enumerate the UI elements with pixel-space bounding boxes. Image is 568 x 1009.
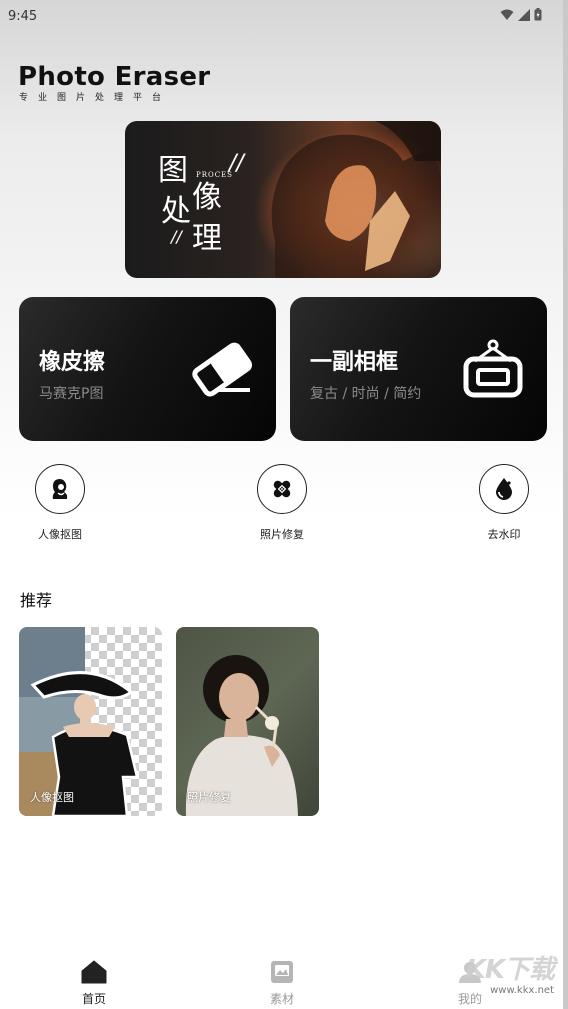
recommend-card-photo-repair[interactable]: 照片修复 [176, 627, 319, 816]
app-title: Photo Eraser [18, 62, 211, 92]
banner-char-1: 图 [158, 153, 188, 188]
site-watermark: KK下载 www.kkx.net [458, 955, 555, 1005]
watermark-text: KK下载 [465, 955, 555, 985]
card-title: 橡皮擦 [39, 350, 106, 375]
recommend-title: 推荐 [20, 591, 53, 610]
home-icon [81, 960, 107, 984]
eraser-card[interactable]: 橡皮擦 马赛克P图 [19, 297, 276, 441]
recommend-card-portrait-cutout[interactable]: 人像抠图 [19, 627, 162, 816]
promo-banner[interactable]: 图 处 像 理 PROCES // // [125, 121, 441, 278]
card-subtitle: 复古 / 时尚 / 简约 [310, 386, 422, 402]
recommend-label: 照片修复 [187, 791, 231, 804]
banner-char-2: 处 [161, 194, 191, 229]
tool-portrait-cutout[interactable]: 人像抠图 [20, 464, 100, 542]
bandage-icon [257, 464, 307, 514]
tool-photo-repair[interactable]: 照片修复 [242, 464, 322, 542]
status-bar: 9:45 [0, 0, 568, 32]
card-title: 一副相框 [310, 350, 399, 375]
signal-icon [518, 8, 530, 21]
status-icons [500, 8, 542, 21]
banner-small-text: PROCES [196, 171, 233, 179]
frame-icon [463, 339, 523, 398]
frame-card[interactable]: 一副相框 复古 / 时尚 / 简约 [290, 297, 547, 441]
tool-label: 去水印 [487, 528, 521, 541]
recommend-portrait-image [19, 627, 139, 816]
portrait-cutout-icon [35, 464, 85, 514]
tool-label: 人像抠图 [38, 528, 82, 541]
nav-item-home[interactable]: 首页 [54, 960, 134, 1007]
wifi-icon [500, 9, 514, 20]
eraser-icon [192, 342, 253, 397]
recommend-repair-image [185, 655, 298, 816]
app-brand: Photo Eraser 专业图片处理平台 [18, 62, 210, 103]
card-subtitle: 马赛克P图 [39, 386, 104, 402]
recommend-label: 人像抠图 [30, 791, 74, 804]
nav-item-materials[interactable]: 素材 [242, 960, 322, 1007]
nav-label: 素材 [269, 992, 294, 1006]
banner-slash-decoration: // [229, 151, 244, 176]
drop-icon [479, 464, 529, 514]
status-time: 9:45 [8, 9, 38, 24]
tool-remove-watermark[interactable]: 去水印 [464, 464, 544, 542]
window-edge [563, 0, 568, 1009]
watermark-url: www.kkx.net [490, 985, 554, 996]
gallery-icon [271, 961, 293, 983]
banner-char-4: 理 [192, 221, 222, 256]
banner-slash-decoration: // [171, 227, 182, 246]
tool-label: 照片修复 [260, 528, 304, 541]
battery-icon [534, 8, 542, 21]
nav-label: 首页 [81, 992, 106, 1006]
banner-char-3: 像 [192, 180, 222, 215]
